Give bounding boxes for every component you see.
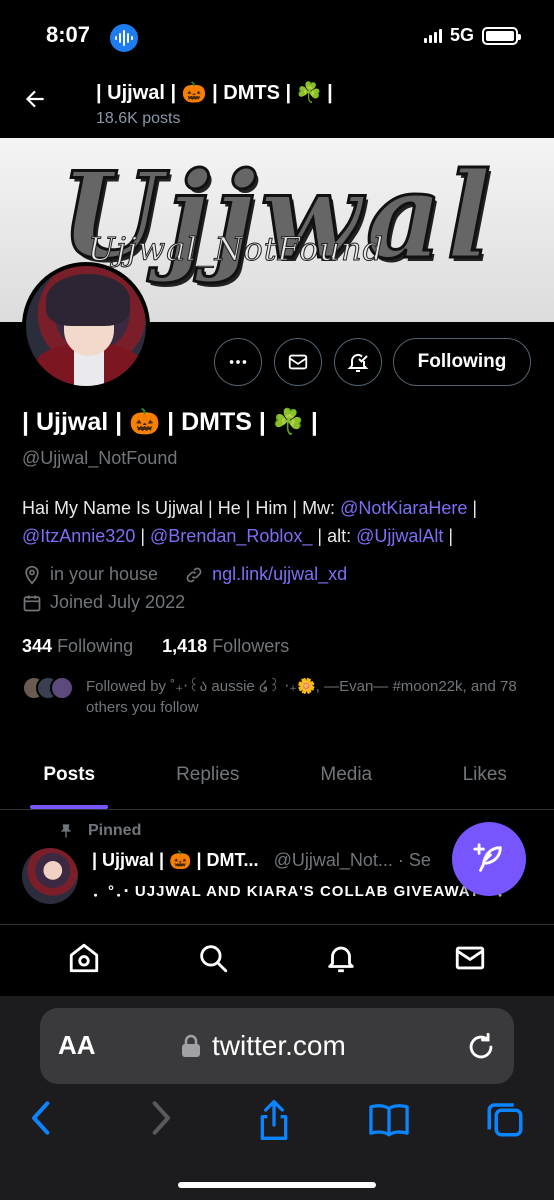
profile-tabs: Posts Replies Media Likes <box>0 748 554 810</box>
bookmarks-button[interactable] <box>366 1098 412 1147</box>
mention-link[interactable]: @UjjwalAlt <box>356 526 443 546</box>
home-indicator <box>178 1182 376 1188</box>
bio-text: | <box>135 526 151 546</box>
message-button[interactable] <box>274 338 322 386</box>
post-count: 18.6K posts <box>96 110 181 127</box>
book-icon <box>369 1104 409 1137</box>
tabs-button[interactable] <box>484 1098 526 1145</box>
post-avatar[interactable] <box>22 848 78 904</box>
arrow-left-icon <box>25 90 44 108</box>
notifications-button[interactable] <box>334 338 382 386</box>
avatar <box>50 676 74 700</box>
mention-link[interactable]: @Brendan_Roblox_ <box>150 526 312 546</box>
reload-icon <box>469 1032 493 1059</box>
header-title: | Ujjwal | 🎃 | DMTS | ☘️ | <box>96 82 333 104</box>
following-stat[interactable]: 344 Following <box>22 636 133 656</box>
followed-by-text: Followed by ˚₊‧꒰ა aussie ໒꒱ ‧₊🌼, —Evan— … <box>86 678 517 716</box>
location-text: in your house <box>50 564 159 584</box>
bottom-nav <box>0 924 554 996</box>
profile-handle: @Ujjwal_NotFound <box>22 448 178 468</box>
pinned-indicator: Pinned <box>58 822 141 840</box>
profile-name: | Ujjwal | 🎃 | DMTS | ☘️ | <box>22 408 318 436</box>
tab-posts[interactable]: Posts <box>0 748 139 809</box>
bell-icon <box>328 946 354 973</box>
search-icon <box>200 945 227 973</box>
pin-icon <box>60 824 72 838</box>
back-button[interactable] <box>22 86 52 116</box>
reload-button[interactable] <box>464 1030 498 1069</box>
post-text: ．°．‧ UJJWAL AND KIARA'S COLLAB GIVEAWAY … <box>92 883 513 900</box>
post-author: | Ujjwal | 🎃 | DMT... <box>92 850 259 870</box>
website-link[interactable]: ngl.link/ujjwal_xd <box>212 564 347 585</box>
tab-likes[interactable]: Likes <box>416 748 554 809</box>
bio-text: | alt: <box>312 526 357 546</box>
tabs-icon <box>487 1103 523 1137</box>
chevron-right-icon <box>152 1101 170 1135</box>
profile-meta-row: in your house ngl.link/ujjwal_xd <box>22 564 347 585</box>
follower-avatars <box>22 676 74 700</box>
more-icon <box>229 360 247 364</box>
followed-by[interactable]: Followed by ˚₊‧꒰ა aussie ໒꒱ ‧₊🌼, —Evan— … <box>22 676 526 718</box>
reader-aa-button[interactable]: AA <box>58 1030 96 1061</box>
post-time: · Se <box>392 850 431 870</box>
browser-forward-button[interactable] <box>144 1098 176 1143</box>
pinned-label: Pinned <box>88 822 142 839</box>
tab-replies[interactable]: Replies <box>139 748 278 809</box>
bio-text: Hai My Name Is Ujjwal | He | Him | Mw: <box>22 498 341 518</box>
nav-home[interactable] <box>67 941 101 980</box>
following-button[interactable]: Following <box>393 338 531 386</box>
followers-stat[interactable]: 1,418 Followers <box>162 636 289 656</box>
status-indicators: 5G <box>423 25 521 46</box>
feather-plus-icon <box>473 843 502 872</box>
status-time: 8:07 <box>46 22 91 47</box>
location-pin-icon <box>25 565 39 585</box>
nav-messages[interactable] <box>453 941 487 980</box>
nav-search[interactable] <box>196 941 230 980</box>
nav-notifications[interactable] <box>324 941 358 980</box>
battery-icon <box>482 26 521 45</box>
signal-icon <box>423 28 442 43</box>
calendar-icon <box>23 595 41 611</box>
profile-avatar[interactable] <box>22 262 150 390</box>
url-text: twitter.com <box>212 1030 346 1061</box>
network-label: 5G <box>449 25 474 45</box>
tab-media[interactable]: Media <box>277 748 416 809</box>
profile-bio: Hai My Name Is Ujjwal | He | Him | Mw: @… <box>22 494 537 550</box>
bell-check-icon <box>347 353 369 372</box>
link-icon <box>186 567 202 582</box>
bio-text: | <box>443 526 454 546</box>
more-button[interactable] <box>214 338 262 386</box>
mention-link[interactable]: @ItzAnnie320 <box>22 526 135 546</box>
mention-link[interactable]: @NotKiaraHere <box>340 498 467 518</box>
banner-subtitle: Ujjwal_NotFound <box>87 230 385 269</box>
joined-text: Joined July 2022 <box>50 592 186 612</box>
post-header[interactable]: | Ujjwal | 🎃 | DMT... @Ujjwal_Not... · S… <box>92 850 431 871</box>
browser-back-button[interactable] <box>26 1098 58 1143</box>
share-button[interactable] <box>254 1098 294 1147</box>
joined-row: Joined July 2022 <box>22 592 185 613</box>
post-handle: @Ujjwal_Not... <box>273 850 393 870</box>
compose-button[interactable] <box>452 822 526 896</box>
share-icon <box>260 1099 288 1140</box>
envelope-icon <box>455 946 484 970</box>
bio-text: | <box>467 498 478 518</box>
chevron-left-icon <box>32 1101 50 1135</box>
url-display[interactable]: twitter.com <box>180 1030 346 1062</box>
envelope-icon <box>288 354 308 370</box>
lock-icon <box>182 1034 200 1057</box>
follow-stats: 344 Following 1,418 Followers <box>22 636 289 657</box>
audio-waveform-icon <box>110 24 138 52</box>
home-icon <box>70 943 99 973</box>
